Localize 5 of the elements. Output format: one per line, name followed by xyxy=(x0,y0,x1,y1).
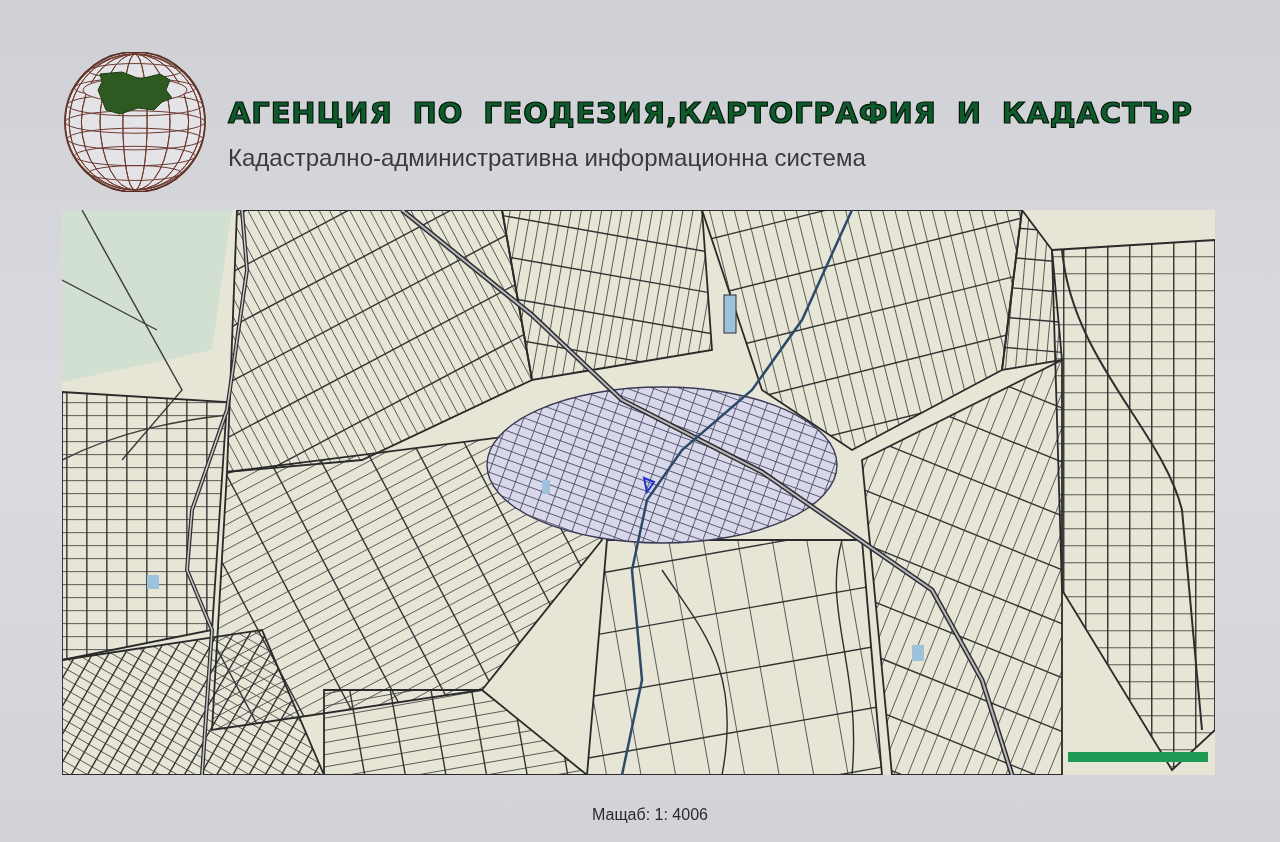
map-scale-label: Мащаб: 1: 4006 xyxy=(592,805,708,825)
agency-title: АГЕНЦИЯ ПО ГЕОДЕЗИЯ,КАРТОГРАФИЯ И КАДАСТЪР xyxy=(228,95,1193,132)
system-subtitle: Кадастрално-административна информационна система xyxy=(228,144,866,172)
scale-bar-icon xyxy=(1068,752,1208,762)
globe-logo-icon xyxy=(62,52,208,192)
